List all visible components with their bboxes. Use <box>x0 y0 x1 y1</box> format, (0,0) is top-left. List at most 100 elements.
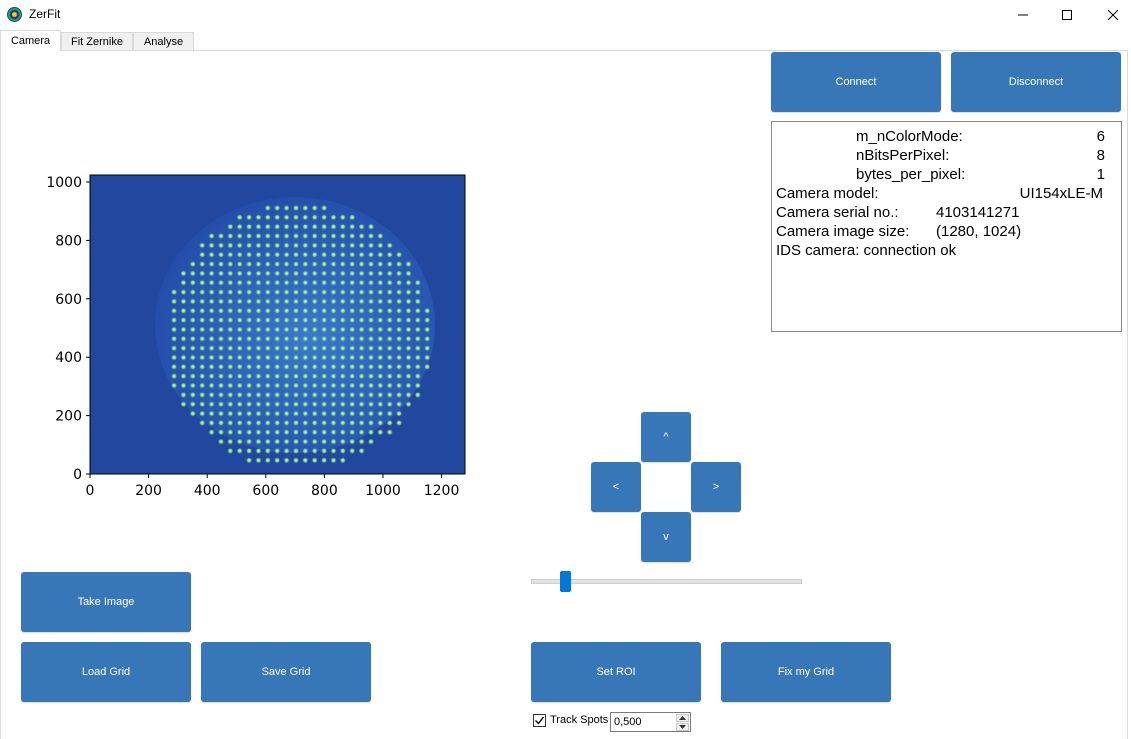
wavefront-spot <box>274 214 281 221</box>
wavefront-spot <box>274 223 281 230</box>
wavefront-spot <box>405 363 412 370</box>
wavefront-spot <box>236 279 243 286</box>
wavefront-spot <box>274 410 281 417</box>
wavefront-spot <box>311 326 318 333</box>
maximize-button[interactable] <box>1044 0 1090 30</box>
wavefront-spot <box>302 232 309 240</box>
move-left-button[interactable]: < <box>591 462 641 512</box>
wavefront-spot <box>320 410 328 417</box>
caret-up-icon <box>679 716 686 720</box>
wavefront-spot <box>330 242 337 249</box>
tab-analyse[interactable]: Analyse <box>133 32 194 51</box>
wavefront-spot <box>170 373 178 380</box>
load-grid-button[interactable]: Load Grid <box>21 642 191 702</box>
track-spots-spinbox[interactable]: 0,500 <box>610 712 691 732</box>
wavefront-spot <box>395 354 403 361</box>
move-up-button[interactable]: ^ <box>641 412 691 462</box>
wavefront-spot <box>283 410 290 417</box>
wavefront-spot <box>405 382 412 389</box>
set-roi-button[interactable]: Set ROI <box>531 642 701 702</box>
wavefront-spot <box>255 316 262 324</box>
wavefront-spot <box>330 438 337 445</box>
wavefront-spot <box>170 316 178 324</box>
disconnect-button[interactable]: Disconnect <box>951 52 1121 112</box>
wavefront-spot <box>180 363 187 370</box>
wavefront-spot <box>386 316 393 324</box>
close-button[interactable] <box>1090 0 1131 30</box>
checkmark-icon <box>535 716 545 725</box>
wavefront-spot <box>349 363 356 370</box>
wavefront-spot <box>367 438 375 445</box>
track-spots-checkbox[interactable] <box>533 714 546 727</box>
wavefront-spot <box>189 363 196 370</box>
wavefront-spot <box>217 316 225 324</box>
wavefront-spot <box>339 410 346 417</box>
wavefront-spot <box>208 419 215 427</box>
camera-info-box[interactable]: m_nColorMode: 6 nBitsPerPixel: 8 bytes_p… <box>771 121 1122 332</box>
wavefront-spot <box>405 373 412 380</box>
wavefront-spot <box>311 335 318 342</box>
wavefront-spot <box>395 316 403 324</box>
wavefront-spot <box>367 429 375 436</box>
tab-fit-zernike[interactable]: Fit Zernike <box>61 32 133 51</box>
spin-up-button[interactable] <box>676 714 689 722</box>
wavefront-spot <box>180 316 187 324</box>
track-spots-value[interactable]: 0,500 <box>614 716 642 728</box>
wavefront-spot <box>367 288 375 296</box>
wavefront-spot <box>189 382 196 389</box>
wavefront-spot <box>330 335 337 342</box>
take-image-button[interactable]: Take Image <box>21 572 191 632</box>
wavefront-spot <box>264 457 271 464</box>
connect-button[interactable]: Connect <box>771 52 941 112</box>
wavefront-spot <box>311 242 318 249</box>
wavefront-spot <box>255 363 262 370</box>
wavefront-spot <box>414 335 421 342</box>
spin-down-button[interactable] <box>676 723 689 731</box>
wavefront-spot <box>217 382 225 389</box>
wavefront-spot <box>236 260 243 268</box>
exposure-slider-handle[interactable] <box>559 571 571 592</box>
save-grid-button[interactable]: Save Grid <box>201 642 371 702</box>
wavefront-spot <box>358 223 365 230</box>
wavefront-spot <box>405 354 412 361</box>
wavefront-spot <box>180 391 187 399</box>
wavefront-spot <box>330 429 337 436</box>
wavefront-spot <box>255 326 262 333</box>
wavefront-spot <box>217 298 225 305</box>
wavefront-spot <box>274 457 281 464</box>
wavefront-spot <box>208 401 215 408</box>
wavefront-spot <box>405 260 412 268</box>
wavefront-spot <box>377 232 384 240</box>
wavefront-spot <box>349 354 356 361</box>
move-down-button[interactable]: v <box>641 512 691 562</box>
tab-camera[interactable]: Camera <box>0 30 61 51</box>
wavefront-spot <box>339 457 346 464</box>
fix-grid-button[interactable]: Fix my Grid <box>721 642 891 702</box>
wavefront-spot <box>320 326 328 333</box>
wavefront-spot <box>227 382 234 389</box>
wavefront-spot <box>330 401 337 408</box>
wavefront-spot <box>386 363 393 370</box>
wavefront-spot <box>339 447 346 455</box>
wavefront-spot <box>180 279 187 286</box>
wavefront-spot <box>208 373 215 380</box>
wavefront-spot <box>208 326 215 333</box>
wavefront-spot <box>292 307 300 314</box>
wavefront-spot <box>367 373 375 380</box>
wavefront-spot <box>170 298 178 305</box>
wavefront-spot <box>292 335 300 342</box>
wavefront-spot <box>283 382 290 389</box>
wavefront-spot <box>255 345 262 352</box>
maximize-icon <box>1062 10 1072 20</box>
wavefront-spot <box>245 391 253 399</box>
wavefront-spot <box>264 214 271 221</box>
minimize-button[interactable] <box>1000 0 1046 30</box>
exposure-slider-track[interactable] <box>531 579 802 584</box>
camera-image-plot[interactable]: 0 200 400 600 800 1000 1200 0 200 400 600 800 1000 <box>30 165 480 505</box>
move-right-button[interactable]: > <box>691 462 741 512</box>
wavefront-spot <box>255 279 262 286</box>
wavefront-spot <box>395 391 403 399</box>
wavefront-spot <box>349 345 356 352</box>
wavefront-spot <box>264 335 271 342</box>
wavefront-spot <box>189 316 196 324</box>
